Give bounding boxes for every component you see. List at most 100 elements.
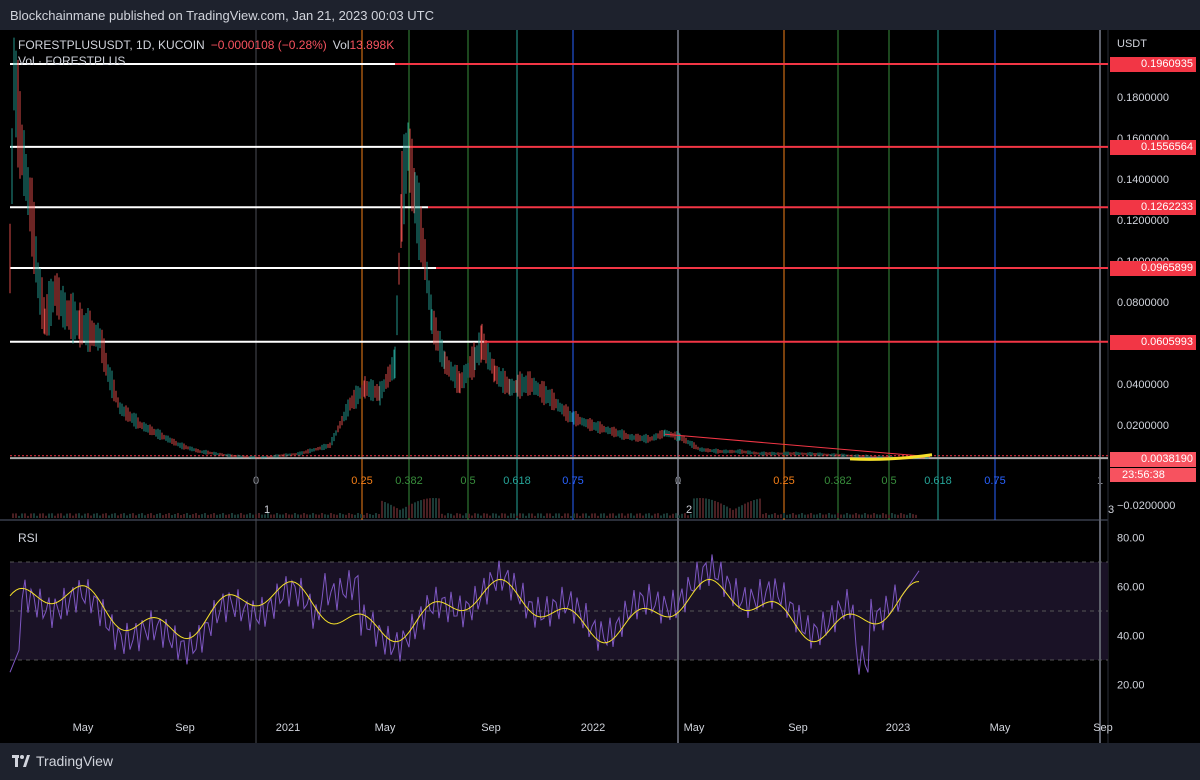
current-price-tag[interactable]: 0.0038190 — [1110, 452, 1196, 467]
volume-bar — [627, 513, 629, 518]
time-axis-label: May — [375, 722, 396, 734]
symbol-legend[interactable]: FORESTPLUSUSDT, 1D, KUCOIN −0.0000108 (−0… — [18, 38, 394, 52]
volume-bar — [390, 504, 392, 518]
volume-bar — [849, 514, 851, 518]
volume-bar — [564, 513, 566, 518]
volume-label: Vol — [332, 38, 350, 52]
volume-bar — [759, 498, 761, 518]
volume-bar — [510, 513, 512, 518]
volume-bar — [357, 513, 359, 518]
volume-bar — [81, 515, 83, 518]
volume-bar — [621, 513, 623, 518]
volume-bar — [255, 514, 257, 518]
volume-bar — [18, 515, 20, 518]
volume-bar — [672, 513, 674, 518]
volume-bar — [324, 514, 326, 518]
volume-bar — [915, 514, 917, 518]
volume-bar — [288, 514, 290, 518]
volume-bar — [69, 513, 71, 518]
volume-bar — [396, 508, 398, 518]
volume-bar — [738, 506, 740, 518]
volume-bar — [834, 514, 836, 518]
level-price-tag[interactable]: 0.0605993 — [1110, 334, 1196, 350]
volume-bar — [156, 513, 158, 518]
volume-bar — [270, 514, 272, 518]
volume-bar — [171, 515, 173, 518]
volume-bar — [42, 513, 44, 518]
volume-bar — [126, 515, 128, 518]
volume-bar — [249, 513, 251, 518]
symbol-name[interactable]: FORESTPLUSUSDT, 1D, KUCOIN — [18, 38, 205, 52]
volume-bar — [12, 513, 14, 518]
level-price-tag[interactable]: 0.1262233 — [1110, 200, 1196, 216]
level-price-tag[interactable]: 0.1556564 — [1110, 139, 1196, 155]
volume-bar — [909, 513, 911, 518]
volume-bar — [402, 508, 404, 518]
volume-bar — [441, 513, 443, 518]
volume-bar — [597, 515, 599, 518]
volume-bar — [372, 514, 374, 518]
top-bar: Blockchainmane published on TradingView.… — [0, 0, 1200, 30]
fib-time-label: 0.75 — [984, 475, 1005, 487]
volume-bar — [846, 513, 848, 518]
volume-bar — [840, 514, 842, 518]
volume-bar — [129, 513, 131, 518]
volume-bar — [15, 513, 17, 518]
volume-bar — [144, 515, 146, 518]
volume-bar — [645, 513, 647, 518]
volume-bar — [420, 500, 422, 518]
volume-bar — [669, 515, 671, 518]
fib-time-label: 0.75 — [562, 475, 583, 487]
volume-bar — [606, 515, 608, 518]
volume-bar — [291, 514, 293, 518]
volume-bar — [912, 514, 914, 518]
volume-bar — [591, 513, 593, 518]
volume-bar — [180, 515, 182, 518]
volume-legend[interactable]: Vol · FORESTPLUS — [18, 54, 125, 68]
volume-bar — [237, 514, 239, 518]
time-axis-label: Sep — [481, 722, 501, 734]
rsi-axis-tick: 40.00 — [1117, 631, 1145, 643]
volume-bar — [174, 514, 176, 518]
volume-bar — [771, 514, 773, 518]
volume-bar — [426, 498, 428, 518]
volume-bar — [837, 513, 839, 518]
volume-bar — [660, 515, 662, 518]
volume-bar — [615, 515, 617, 518]
volume-bar — [276, 513, 278, 518]
volume-bar — [348, 513, 350, 518]
volume-bar — [573, 513, 575, 518]
volume-bar — [693, 498, 695, 518]
volume-bar — [186, 513, 188, 518]
volume-bar — [888, 514, 890, 518]
volume-bar — [159, 513, 161, 518]
volume-bar — [228, 514, 230, 518]
volume-bar — [786, 514, 788, 518]
level-price-tag[interactable]: 0.1960935 — [1110, 57, 1196, 72]
volume-bar — [774, 513, 776, 518]
volume-bar — [825, 514, 827, 518]
volume-bar — [207, 514, 209, 518]
volume-bar — [108, 515, 110, 518]
rsi-legend[interactable]: RSI — [18, 531, 38, 545]
volume-bar — [27, 515, 29, 518]
volume-bar — [243, 514, 245, 518]
volume-bar — [675, 513, 677, 518]
chart-canvas[interactable]: 00.250.3820.50.6180.75100.250.3820.50.61… — [0, 30, 1200, 743]
volume-bar — [531, 513, 533, 518]
tradingview-logo[interactable]: TradingView — [12, 753, 113, 769]
fib-time-label: 0.382 — [824, 475, 852, 487]
volume-bar — [102, 513, 104, 518]
volume-bar — [603, 513, 605, 518]
volume-bar — [273, 514, 275, 518]
bottom-bar: TradingView — [0, 743, 1200, 780]
volume-bar — [717, 502, 719, 518]
volume-bar — [219, 514, 221, 518]
volume-bar — [456, 513, 458, 518]
volume-bar — [411, 503, 413, 518]
volume-bar — [495, 513, 497, 518]
volume-bar — [741, 505, 743, 518]
volume-bar — [297, 514, 299, 518]
level-price-tag[interactable]: 0.0965899 — [1110, 260, 1196, 276]
volume-bar — [381, 500, 383, 518]
